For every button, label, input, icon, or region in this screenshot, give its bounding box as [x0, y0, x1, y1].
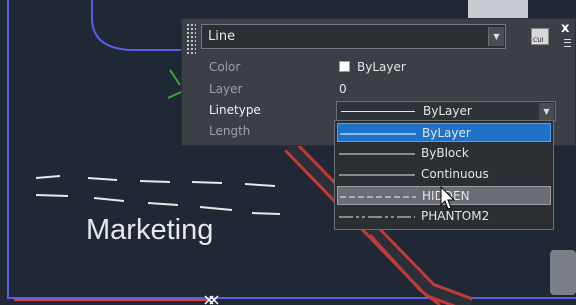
linetype-option-byblock[interactable]: ByBlock — [337, 144, 551, 163]
linetype-dropdown-list: ByLayer ByBlock Continuous HIDDEN PHANTO… — [334, 120, 554, 230]
cui-icon[interactable]: CUI — [531, 28, 549, 45]
close-icon[interactable]: x — [561, 21, 569, 36]
menu-icon[interactable] — [564, 39, 571, 47]
property-label-linetype: Linetype — [209, 103, 261, 117]
linetype-dashdot-sample — [339, 216, 415, 218]
linetype-option-continuous[interactable]: Continuous — [337, 165, 551, 184]
viewcube-edge — [468, 0, 528, 20]
color-swatch-icon — [339, 61, 350, 72]
property-row-layer[interactable]: Layer 0 — [201, 78, 556, 100]
linetype-solid-sample — [339, 153, 415, 155]
property-label-layer: Layer — [209, 82, 243, 96]
property-value-layer: 0 — [339, 82, 347, 96]
chevron-down-icon[interactable]: ▼ — [488, 27, 504, 46]
linetype-solid-sample — [340, 133, 416, 135]
linetype-value: ByLayer — [423, 104, 472, 118]
property-row-color[interactable]: Color ByLayer — [201, 56, 556, 78]
linetype-option-bylayer[interactable]: ByLayer — [337, 123, 551, 142]
linetype-sample-line — [341, 111, 415, 112]
linetype-solid-sample — [339, 174, 415, 176]
object-type-value: Line — [208, 29, 236, 44]
navbar-edge — [550, 250, 576, 295]
chevron-down-icon[interactable]: ▼ — [539, 103, 554, 120]
cui-label: CUI — [533, 37, 544, 44]
property-label-color: Color — [209, 60, 241, 74]
linetype-select[interactable]: ByLayer ▼ — [336, 101, 556, 122]
palette-grip[interactable] — [186, 23, 196, 55]
property-value-color: ByLayer — [339, 56, 406, 78]
property-label-length: Length — [209, 124, 251, 138]
room-label-text: Marketing — [86, 214, 214, 246]
object-type-select[interactable]: Line ▼ — [201, 24, 506, 49]
linetype-dashed-sample — [340, 196, 416, 198]
mouse-cursor-icon — [440, 186, 456, 210]
